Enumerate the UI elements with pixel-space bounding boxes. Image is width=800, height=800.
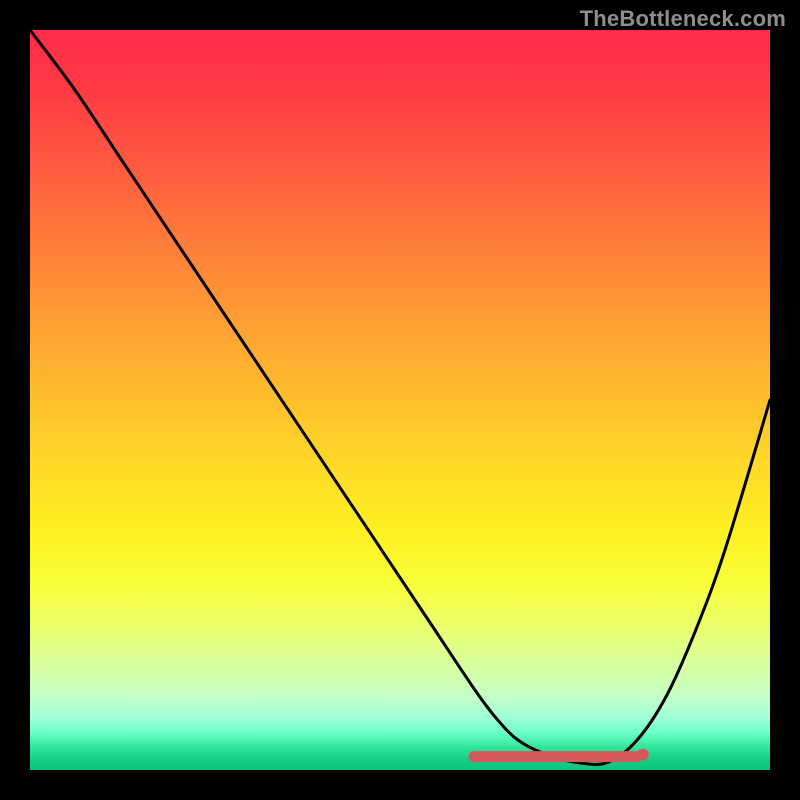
plot-area [30,30,770,770]
chart-stage: TheBottleneck.com [0,0,800,800]
watermark-text: TheBottleneck.com [580,6,786,32]
curve-layer [30,30,770,770]
bottleneck-curve [30,30,770,765]
bottleneck-band-end-dot [637,749,649,761]
